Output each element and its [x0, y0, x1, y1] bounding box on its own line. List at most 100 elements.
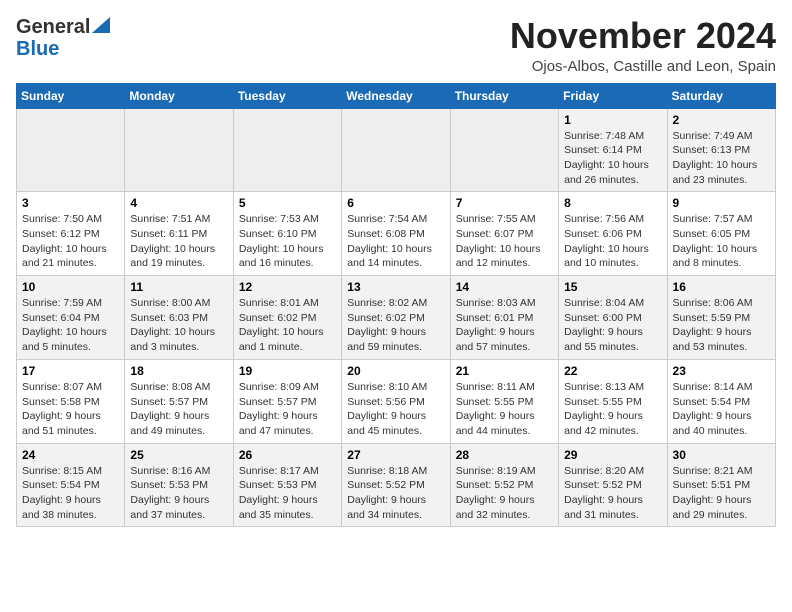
calendar-cell: 24 Sunrise: 8:15 AM Sunset: 5:54 PM Dayli… — [17, 443, 125, 527]
calendar-cell — [125, 108, 233, 192]
calendar-cell: 9Sunrise: 7:57 AM Sunset: 6:05 PM Daylig… — [667, 192, 775, 276]
day-info: Sunrise: 8:21 AM Sunset: 5:51 PM Dayligh… — [673, 464, 770, 523]
calendar-cell: 27 Sunrise: 8:18 AM Sunset: 5:52 PM Dayli… — [342, 443, 450, 527]
day-number: 16 — [673, 280, 770, 294]
calendar-cell — [342, 108, 450, 192]
day-number: 13 — [347, 280, 444, 294]
calendar-header-row: SundayMondayTuesdayWednesdayThursdayFrid… — [17, 83, 776, 108]
calendar-cell: 13 Sunrise: 8:02 AM Sunset: 6:02 PM Dayli… — [342, 276, 450, 360]
day-info: Sunrise: 8:16 AM Sunset: 5:53 PM Dayligh… — [130, 464, 227, 523]
weekday-header-thursday: Thursday — [450, 83, 558, 108]
day-number: 10 — [22, 280, 119, 294]
day-number: 17 — [22, 364, 119, 378]
day-info: Sunrise: 8:03 AM Sunset: 6:01 PM Dayligh… — [456, 296, 553, 355]
calendar-cell: 28Sunrise: 8:19 AM Sunset: 5:52 PM Dayli… — [450, 443, 558, 527]
calendar-cell: 17 Sunrise: 8:07 AM Sunset: 5:58 PM Dayli… — [17, 359, 125, 443]
calendar-cell: 26 Sunrise: 8:17 AM Sunset: 5:53 PM Dayli… — [233, 443, 341, 527]
logo-blue-text: Blue — [16, 38, 59, 60]
day-info: Sunrise: 8:19 AM Sunset: 5:52 PM Dayligh… — [456, 464, 553, 523]
calendar-cell: 21 Sunrise: 8:11 AM Sunset: 5:55 PM Dayli… — [450, 359, 558, 443]
weekday-header-sunday: Sunday — [17, 83, 125, 108]
calendar-cell — [17, 108, 125, 192]
day-info: Sunrise: 8:11 AM Sunset: 5:55 PM Dayligh… — [456, 380, 553, 439]
day-info: Sunrise: 8:13 AM Sunset: 5:55 PM Dayligh… — [564, 380, 661, 439]
day-info: Sunrise: 7:53 AM Sunset: 6:10 PM Dayligh… — [239, 212, 336, 271]
calendar-cell: 23Sunrise: 8:14 AM Sunset: 5:54 PM Dayli… — [667, 359, 775, 443]
calendar-cell: 5 Sunrise: 7:53 AM Sunset: 6:10 PM Daylig… — [233, 192, 341, 276]
calendar-cell: 2Sunrise: 7:49 AM Sunset: 6:13 PM Daylig… — [667, 108, 775, 192]
day-number: 4 — [130, 196, 227, 210]
logo-arrow-icon — [92, 17, 110, 33]
header: General Blue November 2024 Ojos-Albos, C… — [16, 16, 776, 75]
day-info: Sunrise: 8:20 AM Sunset: 5:52 PM Dayligh… — [564, 464, 661, 523]
day-number: 7 — [456, 196, 553, 210]
day-number: 27 — [347, 448, 444, 462]
day-number: 22 — [564, 364, 661, 378]
calendar-cell — [233, 108, 341, 192]
calendar-cell: 3Sunrise: 7:50 AM Sunset: 6:12 PM Daylig… — [17, 192, 125, 276]
logo-general-text: General — [16, 16, 90, 38]
day-number: 30 — [673, 448, 770, 462]
day-number: 6 — [347, 196, 444, 210]
calendar-table: SundayMondayTuesdayWednesdayThursdayFrid… — [16, 83, 776, 528]
day-info: Sunrise: 7:54 AM Sunset: 6:08 PM Dayligh… — [347, 212, 444, 271]
day-info: Sunrise: 8:09 AM Sunset: 5:57 PM Dayligh… — [239, 380, 336, 439]
day-info: Sunrise: 7:55 AM Sunset: 6:07 PM Dayligh… — [456, 212, 553, 271]
calendar-cell: 4Sunrise: 7:51 AM Sunset: 6:11 PM Daylig… — [125, 192, 233, 276]
calendar-week-row: 24 Sunrise: 8:15 AM Sunset: 5:54 PM Dayli… — [17, 443, 776, 527]
calendar-week-row: 1 Sunrise: 7:48 AM Sunset: 6:14 PM Daylig… — [17, 108, 776, 192]
weekday-header-tuesday: Tuesday — [233, 83, 341, 108]
weekday-header-friday: Friday — [559, 83, 667, 108]
day-number: 29 — [564, 448, 661, 462]
calendar-cell: 19 Sunrise: 8:09 AM Sunset: 5:57 PM Dayli… — [233, 359, 341, 443]
logo: General Blue — [16, 16, 110, 60]
calendar-week-row: 17 Sunrise: 8:07 AM Sunset: 5:58 PM Dayli… — [17, 359, 776, 443]
day-info: Sunrise: 7:48 AM Sunset: 6:14 PM Dayligh… — [564, 129, 661, 188]
weekday-header-monday: Monday — [125, 83, 233, 108]
day-info: Sunrise: 8:07 AM Sunset: 5:58 PM Dayligh… — [22, 380, 119, 439]
day-number: 8 — [564, 196, 661, 210]
day-info: Sunrise: 8:18 AM Sunset: 5:52 PM Dayligh… — [347, 464, 444, 523]
day-number: 24 — [22, 448, 119, 462]
calendar-cell: 7 Sunrise: 7:55 AM Sunset: 6:07 PM Daylig… — [450, 192, 558, 276]
calendar-cell: 30 Sunrise: 8:21 AM Sunset: 5:51 PM Dayli… — [667, 443, 775, 527]
day-info: Sunrise: 8:15 AM Sunset: 5:54 PM Dayligh… — [22, 464, 119, 523]
calendar-cell: 1 Sunrise: 7:48 AM Sunset: 6:14 PM Daylig… — [559, 108, 667, 192]
day-number: 14 — [456, 280, 553, 294]
day-number: 11 — [130, 280, 227, 294]
day-number: 3 — [22, 196, 119, 210]
calendar-cell: 15Sunrise: 8:04 AM Sunset: 6:00 PM Dayli… — [559, 276, 667, 360]
day-number: 19 — [239, 364, 336, 378]
day-number: 1 — [564, 113, 661, 127]
calendar-cell: 29 Sunrise: 8:20 AM Sunset: 5:52 PM Dayli… — [559, 443, 667, 527]
day-info: Sunrise: 8:17 AM Sunset: 5:53 PM Dayligh… — [239, 464, 336, 523]
calendar-cell: 20Sunrise: 8:10 AM Sunset: 5:56 PM Dayli… — [342, 359, 450, 443]
day-number: 5 — [239, 196, 336, 210]
weekday-header-wednesday: Wednesday — [342, 83, 450, 108]
day-info: Sunrise: 8:02 AM Sunset: 6:02 PM Dayligh… — [347, 296, 444, 355]
calendar-cell: 8 Sunrise: 7:56 AM Sunset: 6:06 PM Daylig… — [559, 192, 667, 276]
calendar-cell: 6 Sunrise: 7:54 AM Sunset: 6:08 PM Daylig… — [342, 192, 450, 276]
day-info: Sunrise: 8:01 AM Sunset: 6:02 PM Dayligh… — [239, 296, 336, 355]
weekday-header-saturday: Saturday — [667, 83, 775, 108]
day-info: Sunrise: 8:00 AM Sunset: 6:03 PM Dayligh… — [130, 296, 227, 355]
day-number: 26 — [239, 448, 336, 462]
calendar-cell: 10Sunrise: 7:59 AM Sunset: 6:04 PM Dayli… — [17, 276, 125, 360]
day-info: Sunrise: 7:56 AM Sunset: 6:06 PM Dayligh… — [564, 212, 661, 271]
day-info: Sunrise: 8:04 AM Sunset: 6:00 PM Dayligh… — [564, 296, 661, 355]
month-title: November 2024 — [510, 16, 776, 56]
location-text: Ojos-Albos, Castille and Leon, Spain — [510, 58, 776, 75]
day-info: Sunrise: 8:08 AM Sunset: 5:57 PM Dayligh… — [130, 380, 227, 439]
day-number: 20 — [347, 364, 444, 378]
calendar-cell: 22 Sunrise: 8:13 AM Sunset: 5:55 PM Dayli… — [559, 359, 667, 443]
day-info: Sunrise: 8:14 AM Sunset: 5:54 PM Dayligh… — [673, 380, 770, 439]
day-number: 21 — [456, 364, 553, 378]
calendar-cell — [450, 108, 558, 192]
calendar-cell: 25Sunrise: 8:16 AM Sunset: 5:53 PM Dayli… — [125, 443, 233, 527]
calendar-cell: 11 Sunrise: 8:00 AM Sunset: 6:03 PM Dayli… — [125, 276, 233, 360]
day-info: Sunrise: 7:49 AM Sunset: 6:13 PM Dayligh… — [673, 129, 770, 188]
calendar-cell: 14 Sunrise: 8:03 AM Sunset: 6:01 PM Dayli… — [450, 276, 558, 360]
calendar-cell: 18 Sunrise: 8:08 AM Sunset: 5:57 PM Dayli… — [125, 359, 233, 443]
day-info: Sunrise: 7:57 AM Sunset: 6:05 PM Dayligh… — [673, 212, 770, 271]
day-number: 18 — [130, 364, 227, 378]
